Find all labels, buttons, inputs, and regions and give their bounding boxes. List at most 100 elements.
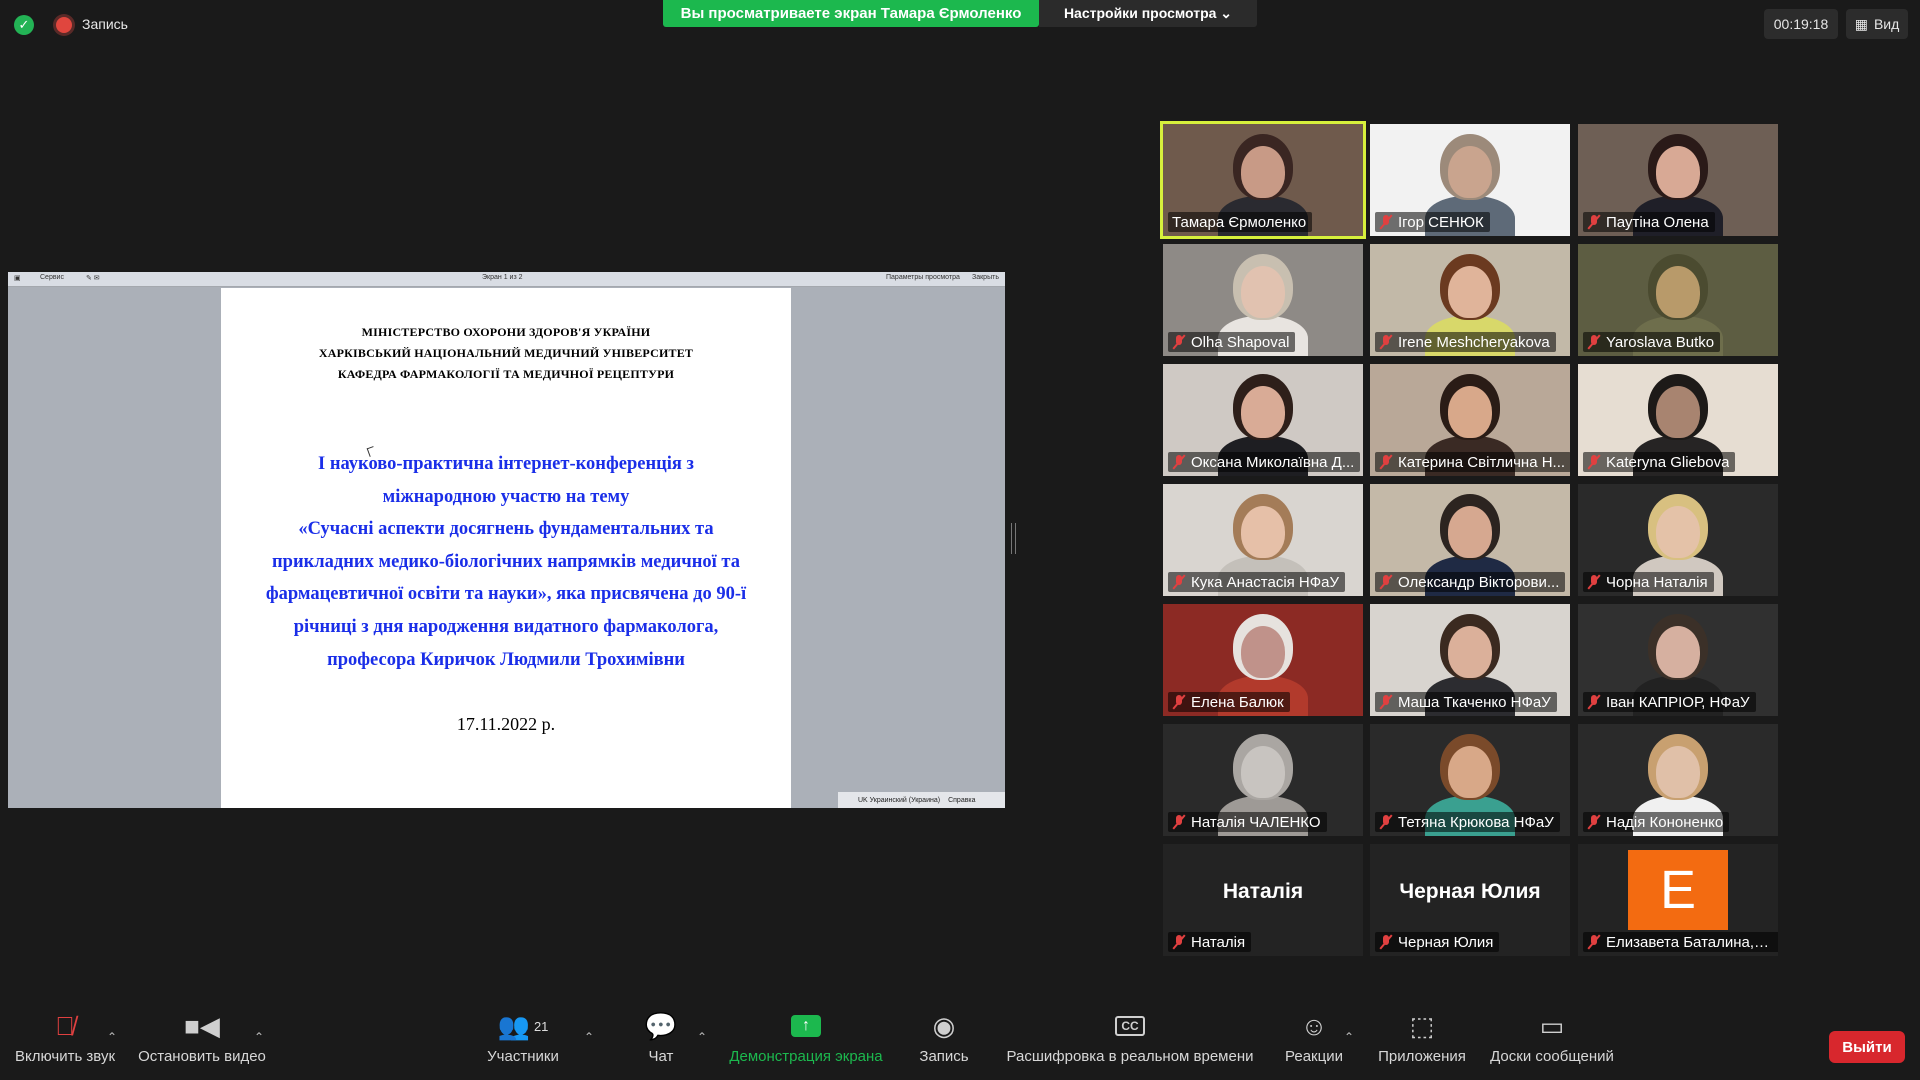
save-icon[interactable]: ▣	[14, 274, 21, 282]
muted-microphone-icon	[1587, 215, 1601, 229]
participant-tile[interactable]: Irene Meshcheryakova	[1370, 244, 1570, 356]
leave-meeting-button[interactable]: Выйти	[1829, 1031, 1905, 1063]
live-transcript-button[interactable]: CC Расшифровка в реальном времени	[1002, 1004, 1258, 1080]
muted-microphone-icon	[1172, 455, 1186, 469]
participant-name-label: Kateryna Gliebova	[1583, 452, 1736, 472]
recording-indicator-icon	[56, 17, 72, 33]
stop-video-label: Остановить видео	[138, 1048, 266, 1065]
participant-tile[interactable]: Катерина Світлична Н...	[1370, 364, 1570, 476]
participant-tile[interactable]: Наталія Наталія	[1163, 844, 1363, 956]
participant-face	[1448, 146, 1492, 198]
participant-tile[interactable]: Тетяна Крюкова НФаУ	[1370, 724, 1570, 836]
share-screen-label: Демонстрация экрана	[729, 1048, 883, 1065]
title-line: професора Киричок Людмили Трохимівни	[327, 649, 685, 670]
participant-tile[interactable]: Олександр Вікторови...	[1370, 484, 1570, 596]
viewer-close-button[interactable]: Закрыть	[972, 274, 999, 281]
participant-tile[interactable]: Іван КАПРІОР, НФаУ	[1578, 604, 1778, 716]
participant-name-label: Елена Балюк	[1168, 692, 1290, 712]
participant-tile[interactable]: Yaroslava Butko	[1578, 244, 1778, 356]
viewer-menu-service[interactable]: Сервис	[40, 274, 64, 281]
closed-captions-icon: CC	[1115, 1004, 1145, 1048]
conference-date: 17.11.2022 р.	[456, 714, 556, 734]
participant-name-label: Надія Кононенко	[1583, 812, 1730, 832]
language-indicator[interactable]: UK Украинский (Украина)	[858, 797, 940, 804]
reactions-button[interactable]: ☺ Реакции	[1276, 1004, 1352, 1080]
participant-face	[1656, 506, 1700, 558]
participant-tile[interactable]: Елена Балюк	[1163, 604, 1363, 716]
participants-count: 21	[533, 1018, 549, 1034]
title-line: річниці з дня народження видатного фарма…	[293, 616, 719, 637]
participant-name-label: Чорна Наталія	[1583, 572, 1714, 592]
share-screen-icon: ↑	[791, 1004, 821, 1048]
participant-tile[interactable]: Чорна Наталія	[1578, 484, 1778, 596]
participants-options-chevron-icon[interactable]: ⌃	[584, 1030, 594, 1044]
grid-layout-icon: ▦	[1854, 15, 1868, 32]
participant-tile[interactable]: Тамара Єрмоленко	[1160, 121, 1366, 239]
participant-tile[interactable]: Кука Анастасія НФаУ	[1163, 484, 1363, 596]
chat-options-chevron-icon[interactable]: ⌃	[697, 1030, 707, 1044]
participant-name: Тамара Єрмоленко	[1172, 213, 1307, 231]
view-layout-button[interactable]: ▦ Вид	[1846, 9, 1908, 39]
participant-name-label: Елизавета Баталина,Н...	[1583, 932, 1778, 952]
participant-name: Елена Балюк	[1191, 693, 1284, 711]
panel-splitter-handle[interactable]	[1011, 523, 1016, 554]
participant-name-label: Тамара Єрмоленко	[1168, 212, 1313, 232]
participant-tile[interactable]: Надія Кононенко	[1578, 724, 1778, 836]
view-options-dropdown[interactable]: Настройки просмотра ⌄	[1039, 0, 1257, 27]
participant-tile[interactable]: E Елизавета Баталина,Н...	[1578, 844, 1778, 956]
security-shield-icon[interactable]: ✓	[14, 15, 34, 35]
participant-display-name: Наталія	[1222, 880, 1304, 903]
muted-microphone-icon	[1379, 575, 1393, 589]
apps-label: Приложения	[1378, 1048, 1466, 1065]
audio-options-chevron-icon[interactable]: ⌃	[107, 1030, 117, 1044]
record-button[interactable]: ◉ Запись	[906, 1004, 982, 1080]
muted-microphone-icon	[1172, 575, 1186, 589]
record-icon: ◉	[932, 1010, 956, 1041]
participant-tile[interactable]: Наталія ЧАЛЕНКО	[1163, 724, 1363, 836]
video-options-chevron-icon[interactable]: ⌃	[254, 1030, 264, 1044]
title-line: фармацевтичної освіти та науки», яка при…	[265, 584, 747, 605]
tools-icon[interactable]: ✎ ✉	[86, 274, 100, 282]
participant-name: Тетяна Крюкова НФаУ	[1398, 813, 1554, 831]
live-transcript-label: Расшифровка в реальном времени	[1006, 1048, 1254, 1065]
participants-icon: 👥 21	[497, 1010, 549, 1041]
reactions-options-chevron-icon[interactable]: ⌃	[1344, 1030, 1354, 1044]
muted-microphone-icon: 🎙̸	[55, 1010, 75, 1041]
muted-microphone-icon	[1172, 935, 1186, 949]
participants-button[interactable]: 👥 21 Участники	[476, 1004, 570, 1080]
chat-bubble-icon: 💬	[644, 1010, 678, 1041]
chat-button[interactable]: 💬 Чат	[630, 1004, 692, 1080]
muted-microphone-icon	[1379, 215, 1393, 229]
participant-name: Yaroslava Butko	[1606, 333, 1715, 351]
participant-name-label: Іван КАПРІОР, НФаУ	[1583, 692, 1756, 712]
participant-face	[1656, 146, 1700, 198]
share-screen-button[interactable]: ↑ Демонстрация экрана	[724, 1004, 888, 1080]
participant-face	[1448, 266, 1492, 318]
stop-video-button[interactable]: ■◀ Остановить видео	[136, 1004, 268, 1080]
unmute-button[interactable]: 🎙̸ Включить звук	[10, 1004, 120, 1080]
participants-label: Участники	[487, 1048, 559, 1065]
participant-display-name: Черная Юлия	[1399, 880, 1541, 903]
whiteboards-button[interactable]: ▭ Доски сообщений	[1484, 1004, 1620, 1080]
apps-button[interactable]: ⬚ Приложения	[1372, 1004, 1472, 1080]
participant-name: Наталія	[1191, 933, 1246, 951]
muted-microphone-icon	[1587, 695, 1601, 709]
view-params-menu[interactable]: Параметры просмотра	[886, 274, 960, 281]
participant-tile[interactable]: Olha Shapoval	[1163, 244, 1363, 356]
ministry-header: МІНІСТЕРСТВО ОХОРОНИ ЗДОРОВ'Я УКРАЇНИ ХА…	[221, 322, 791, 385]
reactions-label: Реакции	[1285, 1048, 1343, 1065]
participant-tile[interactable]: Kateryna Gliebova	[1578, 364, 1778, 476]
participant-tile[interactable]: Оксана Миколаївна Д...	[1163, 364, 1363, 476]
participant-tile[interactable]: Маша Ткаченко НФаУ	[1370, 604, 1570, 716]
muted-microphone-icon	[1172, 695, 1186, 709]
participant-tile[interactable]: Паутіна Олена	[1578, 124, 1778, 236]
participant-tile[interactable]: Черная Юлия Черная Юлия	[1370, 844, 1570, 956]
viewer-toolbar: ▣ Сервис ✎ ✉ Экран 1 из 2 Параметры прос…	[8, 272, 1005, 287]
participant-name-label: Olha Shapoval	[1168, 332, 1296, 352]
participant-tile[interactable]: Ігор СЕНЮК	[1370, 124, 1570, 236]
help-link[interactable]: Справка	[948, 797, 975, 804]
muted-microphone-icon	[1172, 815, 1186, 829]
title-line: міжнародною участю на тему	[382, 486, 630, 507]
shared-screen[interactable]: ▣ Сервис ✎ ✉ Экран 1 из 2 Параметры прос…	[8, 272, 1005, 808]
participant-face	[1241, 146, 1285, 198]
